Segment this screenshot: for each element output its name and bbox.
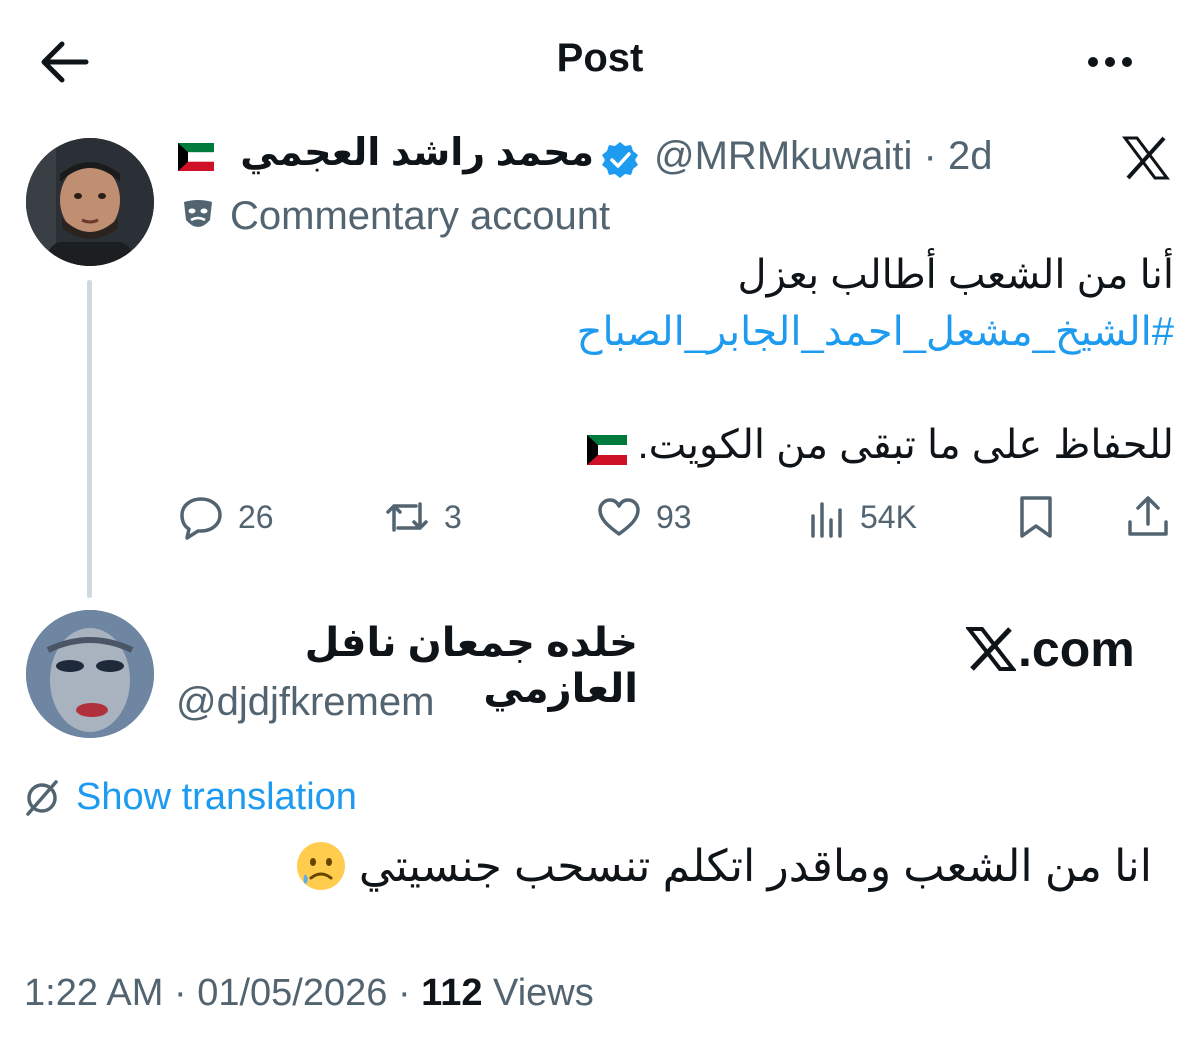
bookmark-icon[interactable]: [1016, 494, 1056, 540]
kuwait-flag-icon: [587, 430, 628, 465]
like-button[interactable]: 93: [596, 494, 692, 540]
avatar[interactable]: [26, 610, 154, 738]
like-count: 93: [656, 498, 692, 535]
sad-face-emoji: [295, 840, 347, 892]
post-meta: 1:22 AM · 01/05/2026 · 112 Views: [24, 972, 594, 1014]
post-text: للحفاظ على ما تبقى من الكويت.: [637, 423, 1174, 467]
like-icon: [598, 498, 640, 536]
share-icon[interactable]: [1126, 494, 1170, 540]
post-time: 1:22 AM: [24, 972, 164, 1014]
x-com-watermark: .com: [966, 620, 1135, 678]
author-name[interactable]: محمد راشد العجمي: [218, 130, 594, 175]
post-text-line: للحفاظ على ما تبقى من الكويت.: [587, 422, 1174, 468]
avatar[interactable]: [26, 138, 154, 266]
reply-button[interactable]: 26: [178, 494, 274, 540]
repost-icon: [386, 502, 428, 532]
reply-icon: [180, 497, 222, 540]
views-count: 54K: [860, 498, 917, 535]
reply-text: انا من الشعب وماقدر اتكلم تنسحب جنسيتي: [358, 841, 1152, 891]
reply-text-line: انا من الشعب وماقدر اتكلم تنسحب جنسيتي: [295, 840, 1152, 892]
repost-button[interactable]: 3: [384, 494, 462, 540]
show-translation-link[interactable]: Show translation: [76, 776, 357, 819]
post-text-line: أنا من الشعب أطالب بعزل: [737, 253, 1174, 297]
views-icon: [811, 502, 842, 538]
commentary-mask-icon: [180, 196, 216, 236]
author-handle[interactable]: @djdjfkremem: [176, 680, 434, 725]
author-handle[interactable]: @MRMkuwaiti · 2d: [654, 134, 992, 179]
hashtag-link[interactable]: #الشيخ_مشعل_احمد_الجابر_الصباح: [577, 309, 1174, 355]
x-logo-icon: [966, 627, 1016, 671]
verified-badge-icon[interactable]: [600, 140, 640, 180]
more-icon[interactable]: [1080, 40, 1140, 84]
page-title: Post: [556, 36, 644, 80]
thread-line: [87, 280, 92, 598]
kuwait-flag-icon: [178, 143, 214, 176]
views-total: 112: [421, 972, 483, 1014]
post-date: 01/05/2026: [197, 972, 388, 1014]
views-button[interactable]: 54K: [808, 494, 917, 540]
reply-count: 26: [238, 498, 274, 535]
x-logo-icon: [1122, 136, 1170, 180]
commentary-label: Commentary account: [230, 194, 611, 238]
translate-icon[interactable]: [24, 778, 60, 818]
repost-count: 3: [444, 498, 462, 535]
